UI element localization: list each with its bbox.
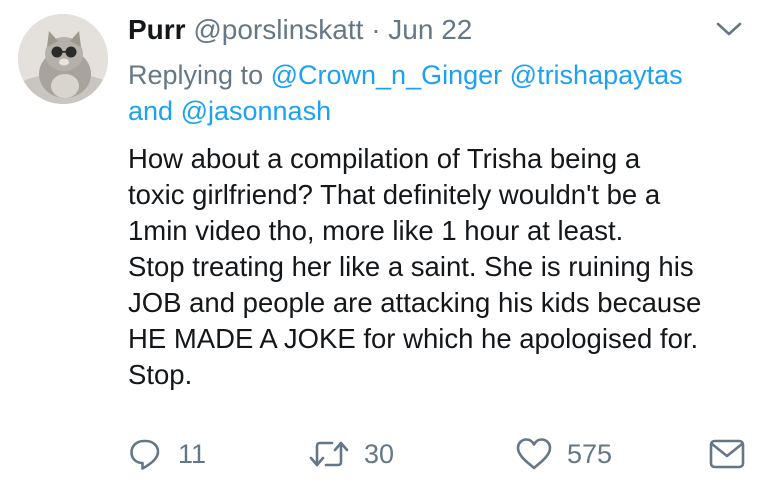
replying-to: Replying to @Crown_n_Ginger @trishapayta… [128,57,748,129]
avatar[interactable] [18,14,108,104]
display-name[interactable]: Purr [128,14,186,45]
retweet-count: 30 [364,438,395,469]
like-button[interactable]: 575 [515,434,612,474]
user-handle[interactable]: @porslinskatt [193,14,363,45]
envelope-icon [708,436,746,472]
reply-count: 11 [178,438,207,469]
tweet-body-line: HE MADE A JOKE for which he apologised f… [128,323,699,354]
header-separator: · [371,14,381,45]
tweet-body-line: JOB and people are attacking his kids be… [128,287,702,318]
reply-button[interactable]: 11 [128,434,206,474]
chevron-down-icon[interactable] [714,18,744,40]
tweet-body-line: Stop. [128,359,193,390]
reply-icon [128,436,164,472]
like-count: 575 [567,438,613,469]
cat-avatar-image [18,14,108,104]
heart-icon [515,436,553,472]
retweet-icon [308,436,350,472]
mention-crown-n-ginger[interactable]: @Crown_n_Ginger [271,60,503,90]
tweet-body-line: toxic girlfriend? That definitely wouldn… [128,179,661,210]
replying-label: Replying to [128,60,264,90]
direct-message-button[interactable] [708,434,746,474]
mention-jasonnash[interactable]: @jasonnash [181,96,332,126]
tweet-body: How about a compilation of Trisha being … [128,141,750,393]
tweet-actions: 11 30 575 [128,434,748,474]
retweet-button[interactable]: 30 [308,434,394,474]
tweet-body-line: 1min video tho, more like 1 hour at leas… [128,215,624,246]
tweet: Purr @porslinskatt · Jun 22 Replying to … [0,0,768,504]
tweet-date[interactable]: Jun 22 [388,14,472,45]
mentions-joiner[interactable]: and [128,96,173,126]
tweet-body-line: How about a compilation of Trisha being … [128,143,641,174]
mention-trishapaytas[interactable]: @trishapaytas [510,60,683,90]
tweet-header: Purr @porslinskatt · Jun 22 [128,13,472,47]
tweet-body-line: Stop treating her like a saint. She is r… [128,251,694,282]
